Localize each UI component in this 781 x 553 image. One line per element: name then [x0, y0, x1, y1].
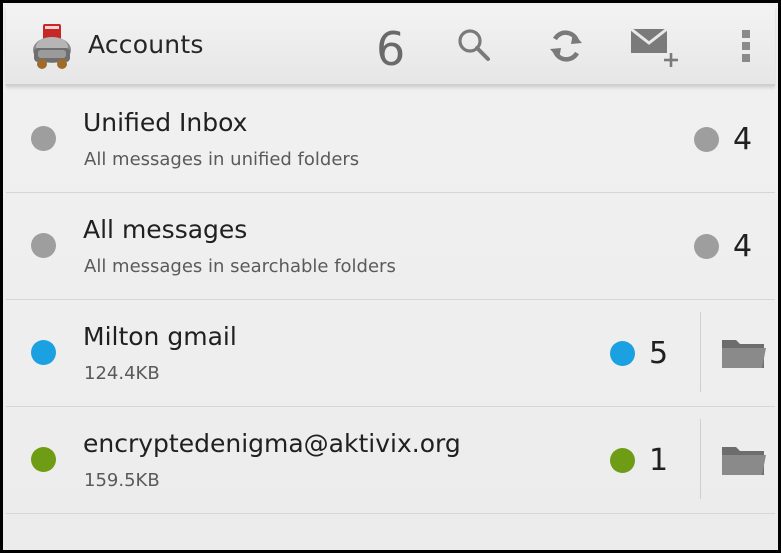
account-color-dot: [31, 447, 56, 472]
unread-count: 4: [733, 122, 753, 157]
action-bar: Accounts 6: [6, 6, 775, 86]
unread-count: 4: [733, 229, 753, 264]
divider: [700, 419, 701, 499]
unread-count: 5: [649, 336, 669, 371]
page-title: Accounts: [88, 30, 204, 59]
compose-mail-icon: [630, 27, 678, 67]
account-description: All messages in unified folders: [84, 149, 360, 170]
folder-icon: [722, 447, 766, 475]
accounts-list: Unified Inbox All messages in unified fo…: [6, 86, 775, 514]
folders-button[interactable]: [716, 435, 772, 485]
account-color-dot: [31, 233, 56, 258]
folder-icon: [722, 340, 766, 368]
account-name: encryptedenigma@aktivix.org: [83, 429, 461, 458]
search-icon: [458, 29, 490, 61]
account-row-unified-inbox[interactable]: Unified Inbox All messages in unified fo…: [6, 86, 775, 193]
account-description: All messages in searchable folders: [84, 256, 396, 277]
search-button[interactable]: [444, 18, 504, 74]
account-size: 159.5KB: [84, 470, 160, 491]
compose-button[interactable]: [624, 18, 684, 74]
unread-dot: [610, 448, 635, 473]
account-name: All messages: [83, 215, 248, 244]
unread-badge: 4: [694, 122, 752, 157]
unread-badge: 4: [694, 229, 752, 264]
unread-badge: 1: [610, 443, 668, 478]
account-color-dot: [31, 126, 56, 151]
account-color-dot: [31, 340, 56, 365]
account-name: Milton gmail: [83, 322, 237, 351]
divider: [700, 312, 701, 392]
account-name: Unified Inbox: [83, 108, 248, 137]
unread-dot: [610, 341, 635, 366]
app-logo-icon[interactable]: [26, 20, 78, 72]
account-row-encryptedenigma[interactable]: encryptedenigma@aktivix.org 159.5KB 1: [6, 407, 775, 514]
account-row-milton-gmail[interactable]: Milton gmail 124.4KB 5: [6, 300, 775, 407]
unread-count: 1: [649, 443, 669, 478]
overflow-menu-icon: [742, 30, 750, 62]
refresh-icon: [550, 30, 582, 62]
folders-button[interactable]: [716, 328, 772, 378]
unread-dot: [694, 234, 719, 259]
unread-badge: 5: [610, 336, 668, 371]
account-row-all-messages[interactable]: All messages All messages in searchable …: [6, 193, 775, 300]
unread-count: 6: [376, 22, 406, 76]
refresh-button[interactable]: [536, 18, 596, 74]
screen: Accounts 6 Unified Inbox All messages in…: [0, 0, 781, 553]
account-size: 124.4KB: [84, 363, 160, 384]
unread-dot: [694, 127, 719, 152]
overflow-menu-button[interactable]: [716, 18, 776, 74]
